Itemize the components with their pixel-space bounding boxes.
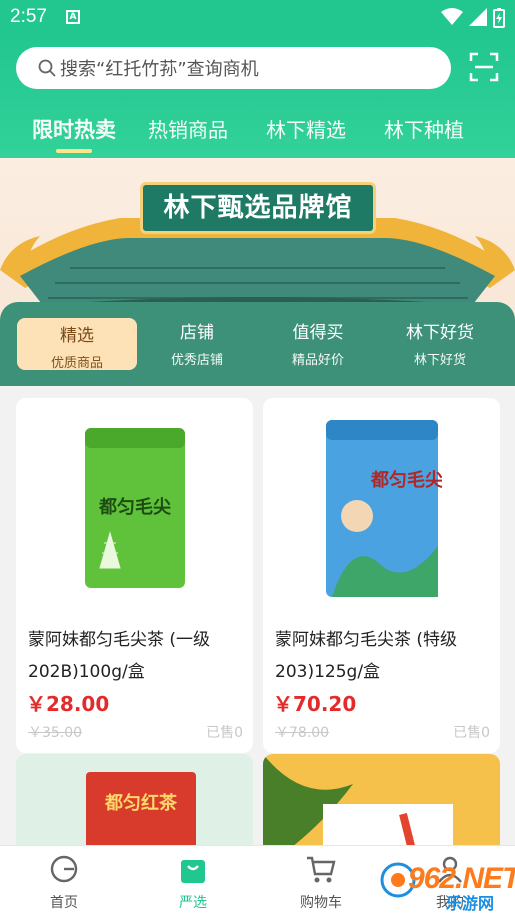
product-original-price: ￥35.00 [28,725,83,741]
product-image: 都匀毛尖 [263,398,500,618]
nav-label: 严选 [179,895,207,911]
tab-hot-products[interactable]: 热销商品 [148,114,228,143]
category-title: 值得买 [292,323,344,343]
category-worth-buying[interactable]: 值得买 精品好价 [258,318,378,368]
product-sold-count: 已售0 [453,725,490,741]
package-text: 都匀红茶 [104,792,178,814]
scan-icon[interactable] [469,52,499,82]
status-icons [441,8,505,28]
banner-title: 林下甄选品牌馆 [140,182,376,234]
product-card[interactable]: 都匀毛尖 蒙阿妹都匀毛尖茶 (一级202B)100g/盒 ￥28.00 ￥35.… [16,398,253,753]
status-time: 2:57 [10,6,47,27]
product-image: 都匀毛尖 [16,398,253,618]
nav-home[interactable]: 首页 [24,854,104,912]
tab-limited-hot-sale[interactable]: 限时热卖 [32,114,116,144]
category-featured[interactable]: 精选 优质商品 [17,318,137,371]
signal-icon [469,8,487,26]
product-original-price: ￥78.00 [275,725,330,741]
nav-label: 购物车 [300,895,342,911]
home-icon [50,855,78,883]
search-input[interactable]: 搜索“红托竹荪”查询商机 [16,47,451,89]
product-price: ￥28.00 [26,692,110,716]
search-placeholder: 搜索“红托竹荪”查询商机 [60,59,259,80]
tab-forest-selection[interactable]: 林下精选 [266,114,346,143]
watermark-sub: 乐游网 [446,894,495,913]
battery-icon [493,8,505,28]
category-subtitle: 林下好货 [413,353,466,368]
watermark-logo: 962.NET 乐游网 [378,854,515,914]
category-title: 精选 [60,326,94,346]
cart-icon [307,856,336,883]
active-tab-indicator [56,149,92,153]
header: 搜索“红托竹荪”查询商机 限时热卖 热销商品 林下精选 林下种植 [0,34,515,158]
search-icon [38,59,56,77]
nav-selection[interactable]: 严选 [153,854,233,912]
notification-a-icon: A [66,10,80,24]
category-stores[interactable]: 店铺 优秀店铺 [137,318,257,368]
product-card[interactable]: 都匀毛尖 蒙阿妹都匀毛尖茶 (特级203)125g/盒 ￥70.20 ￥78.0… [263,398,500,753]
nav-label: 首页 [50,895,78,911]
product-sold-count: 已售0 [206,725,243,741]
product-card[interactable] [263,754,500,854]
tab-forest-planting[interactable]: 林下种植 [384,114,464,143]
category-forest-goods[interactable]: 林下好货 林下好货 [380,318,500,368]
product-name: 蒙阿妹都匀毛尖茶 (特级203)125g/盒 [275,630,458,682]
category-bar: 精选 优质商品 店铺 优秀店铺 值得买 精品好价 林下好货 林下好货 [0,302,515,386]
product-price: ￥70.20 [273,692,357,716]
category-subtitle: 优秀店铺 [170,353,223,368]
category-subtitle: 精品好价 [291,353,344,368]
category-title: 店铺 [180,323,214,343]
category-tabs: 限时热卖 热销商品 林下精选 林下种植 [0,114,515,154]
package-text: 都匀毛尖 [98,496,171,518]
wifi-icon [441,8,463,25]
product-card[interactable]: 都匀红茶 [16,754,253,854]
plant-box-image [263,754,453,854]
red-tea-box-image: 都匀红茶 [86,772,196,854]
shopping-bag-icon [181,860,205,883]
package-text: 都匀毛尖 [370,469,442,491]
tea-box-blue-image: 都匀毛尖 [325,419,442,597]
category-subtitle: 优质商品 [50,356,103,371]
tea-box-green-image: 都匀毛尖 [84,428,185,588]
category-title: 林下好货 [406,323,474,343]
status-bar: 2:57 A [0,0,515,34]
product-name: 蒙阿妹都匀毛尖茶 (一级202B)100g/盒 [28,630,211,682]
nav-cart[interactable]: 购物车 [281,854,361,912]
